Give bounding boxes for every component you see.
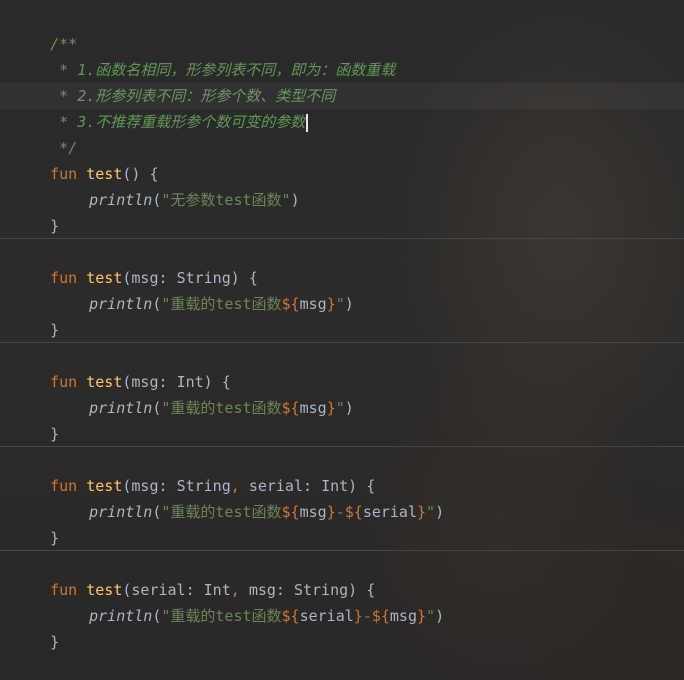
fn1-body: println("无参数test函数") — [89, 191, 300, 209]
template-var: msg — [299, 295, 327, 313]
template-var-2: serial — [362, 503, 417, 521]
fn4-string: 重载的test函数 — [170, 503, 282, 521]
fn2-close: } — [14, 291, 59, 339]
fn2-string: 重载的test函数 — [170, 295, 282, 313]
close-brace: } — [50, 529, 60, 547]
fn1-string: 无参数test函数 — [170, 191, 282, 209]
fn1-signature: fun test() { — [14, 135, 158, 183]
doc-comment-line-1: * 1.函数名相同，形参列表不同，即为：函数重载 — [14, 31, 395, 79]
fn5-body: println("重载的test函数${serial}-${msg}") — [89, 607, 445, 625]
fn3-close: } — [14, 395, 59, 443]
fn5-signature: fun test(serial: Int, msg: String) { — [50, 581, 376, 599]
fn3-signature: fun test(msg: Int) { — [50, 373, 231, 391]
doc-comment-line-2: * 2.形参列表不同：形参个数、类型不同 — [14, 57, 335, 105]
close-brace: } — [50, 217, 60, 235]
template-var-1: serial — [299, 607, 354, 625]
fn4-close: } — [14, 499, 59, 547]
doc-comment-line-3[interactable]: * 3.不推荐重载形参个数可变的参数 — [14, 83, 309, 132]
fn3-string: 重载的test函数 — [170, 399, 282, 417]
println-call[interactable]: println — [89, 399, 152, 417]
doc-comment-close: */ — [14, 109, 77, 157]
code-editor[interactable]: /** * 1.函数名相同，形参列表不同，即为：函数重载 * 2.形参列表不同：… — [0, 0, 684, 680]
println-call[interactable]: println — [89, 191, 152, 209]
fn1-close: } — [14, 187, 59, 235]
close-brace: } — [50, 425, 60, 443]
fn4-body: println("重载的test函数${msg}-${serial}") — [89, 503, 445, 521]
println-call[interactable]: println — [89, 607, 152, 625]
close-brace: } — [50, 321, 60, 339]
template-var-1: msg — [299, 503, 327, 521]
close-brace: } — [50, 633, 60, 651]
fn2-body: println("重载的test函数${msg}") — [89, 295, 354, 313]
println-call[interactable]: println — [89, 503, 152, 521]
fn5-close: } — [14, 603, 59, 651]
println-call[interactable]: println — [89, 295, 152, 313]
text-caret — [306, 113, 309, 132]
fn5-string: 重载的test函数 — [170, 607, 282, 625]
fn4-signature: fun test(msg: String, serial: Int) { — [50, 477, 376, 495]
doc-comment-open: /** — [14, 5, 77, 53]
fn3-body: println("重载的test函数${msg}") — [89, 399, 354, 417]
template-var-2: msg — [389, 607, 417, 625]
fn2-signature: fun test(msg: String) { — [50, 269, 258, 287]
template-var: msg — [299, 399, 327, 417]
doc-comment-line-3-text: * 3.不推荐重载形参个数可变的参数 — [50, 113, 306, 131]
